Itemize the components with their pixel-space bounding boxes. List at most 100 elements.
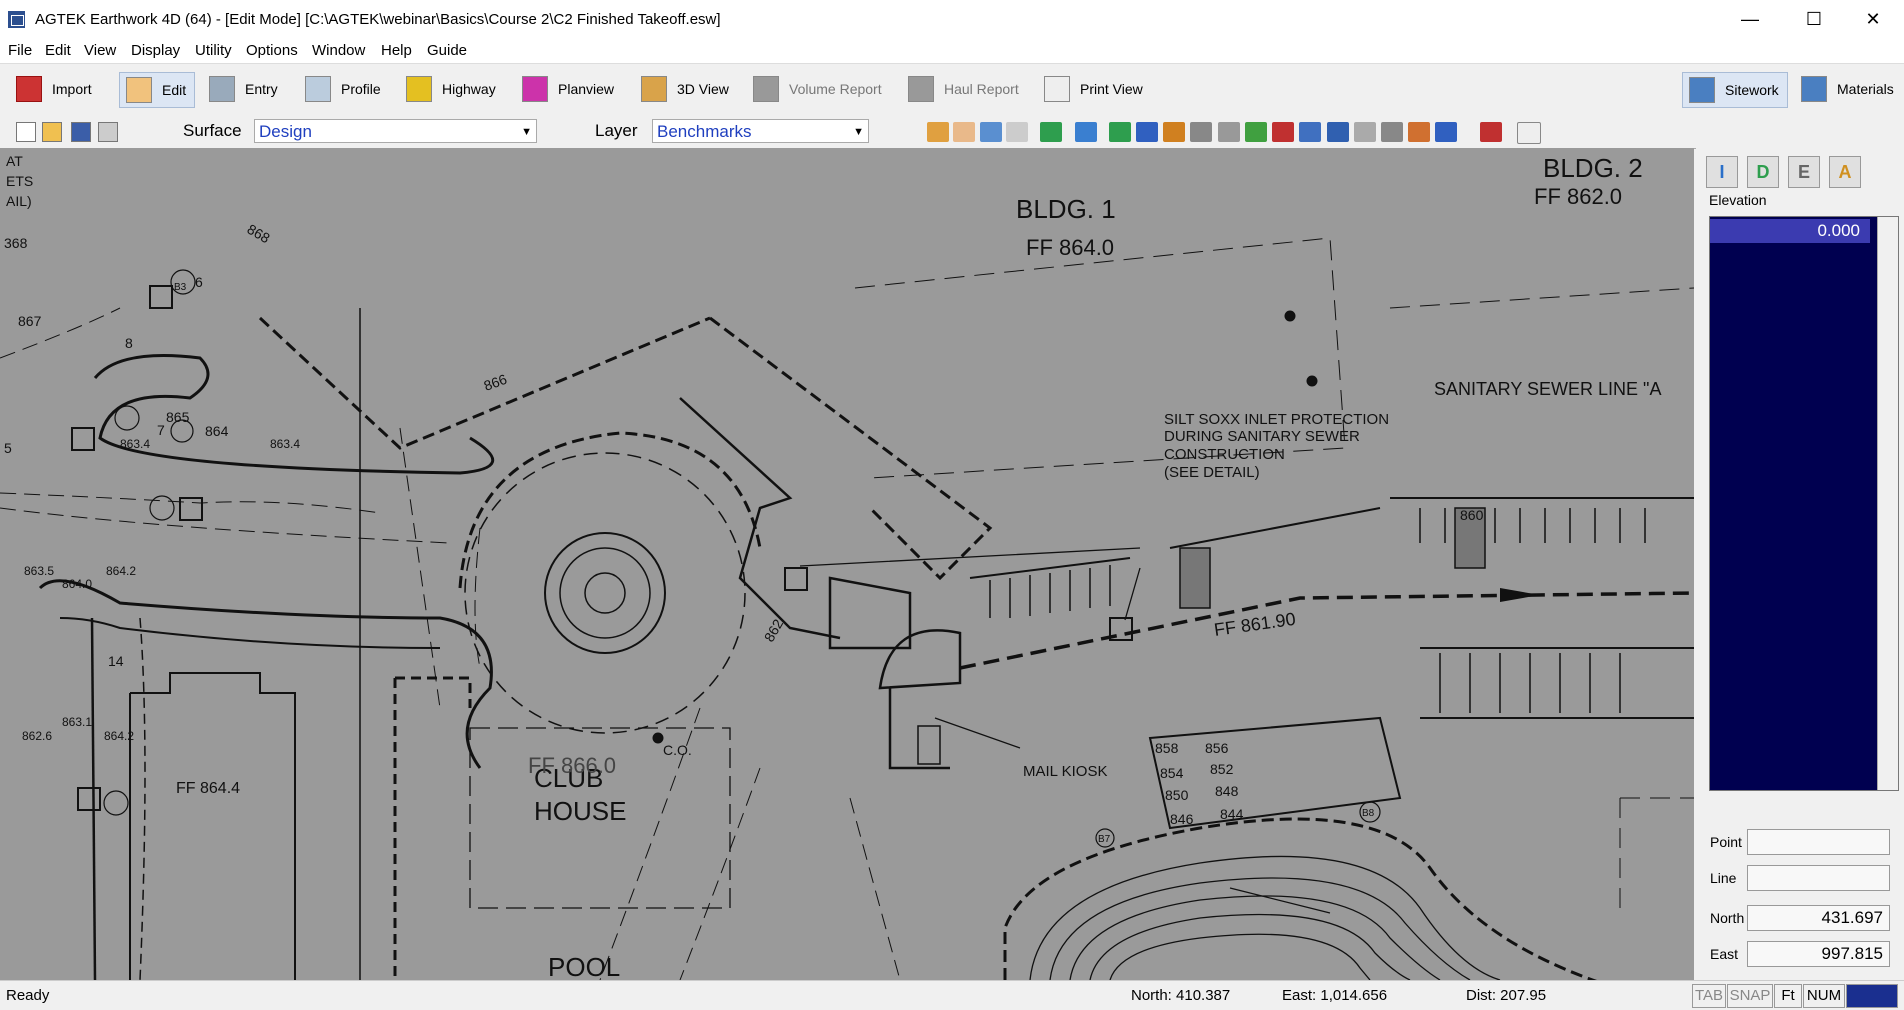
split-icon[interactable] bbox=[1136, 122, 1158, 142]
menu-options[interactable]: Options bbox=[246, 42, 298, 59]
materials-icon bbox=[1801, 76, 1827, 102]
maximize-button[interactable]: ☐ bbox=[1785, 0, 1843, 39]
units-indicator[interactable]: Ft bbox=[1774, 984, 1802, 1008]
layer-label: Layer bbox=[595, 121, 638, 140]
menu-help[interactable]: Help bbox=[381, 42, 412, 59]
edge-label-ets: ETS bbox=[6, 173, 33, 189]
swap-icon[interactable] bbox=[1272, 122, 1294, 142]
edit-button[interactable]: Edit bbox=[119, 72, 196, 108]
plan-canvas[interactable]: BLDG. 1 FF 864.0 BLDG. 2 FF 862.0 SANITA… bbox=[0, 148, 1694, 980]
layer-dropdown[interactable]: Benchmarks ▼ bbox=[652, 119, 869, 143]
elevation-scrollbar[interactable] bbox=[1877, 217, 1898, 790]
curve-icon[interactable] bbox=[1327, 122, 1349, 142]
3d-view-button[interactable]: 3D View bbox=[641, 72, 729, 106]
volume-report-icon bbox=[753, 76, 779, 102]
pan-hand-icon[interactable] bbox=[953, 122, 975, 142]
contour-856: 856 bbox=[1205, 740, 1229, 756]
join-icon[interactable] bbox=[1245, 122, 1267, 142]
import-button[interactable]: Import bbox=[16, 72, 92, 106]
silt-line1: SILT SOXX INLET PROTECTION bbox=[1164, 411, 1389, 428]
materials-button[interactable]: Materials bbox=[1801, 72, 1894, 106]
import-icon bbox=[16, 76, 42, 102]
snap-indicator[interactable]: SNAP bbox=[1727, 984, 1773, 1008]
highway-button[interactable]: Highway bbox=[406, 72, 496, 106]
menu-view[interactable]: View bbox=[84, 42, 116, 59]
status-east: East: 1,014.656 bbox=[1282, 987, 1388, 1004]
point-field[interactable] bbox=[1747, 829, 1890, 855]
line-label: Line bbox=[1710, 870, 1737, 886]
zoom-icon[interactable] bbox=[980, 122, 1002, 142]
line-tool-icon[interactable] bbox=[1109, 122, 1131, 142]
drop-icon[interactable] bbox=[1075, 122, 1097, 142]
flag-icon[interactable] bbox=[1040, 122, 1062, 142]
menu-display[interactable]: Display bbox=[131, 42, 180, 59]
tab-indicator[interactable]: TAB bbox=[1692, 984, 1726, 1008]
contour-368: 368 bbox=[4, 235, 28, 251]
benchmark-b7: B7 bbox=[1098, 834, 1111, 845]
trim-icon[interactable] bbox=[1190, 122, 1212, 142]
north-field[interactable]: 431.697 bbox=[1747, 905, 1890, 931]
delete-icon[interactable] bbox=[1480, 122, 1502, 142]
print-view-button[interactable]: Print View bbox=[1044, 72, 1143, 106]
tab-i[interactable]: I bbox=[1706, 156, 1738, 188]
elevation-value[interactable]: 0.000 bbox=[1710, 219, 1870, 243]
volume-report-button[interactable]: Volume Report bbox=[753, 72, 882, 106]
mode-toolbar: Import Edit Entry Profile Highway Planvi… bbox=[0, 64, 1904, 117]
profile-icon bbox=[305, 76, 331, 102]
spot-elev-8: 863.1 bbox=[62, 715, 92, 729]
open-folder-icon[interactable] bbox=[42, 122, 62, 142]
tab-a[interactable]: A bbox=[1829, 156, 1861, 188]
balance-icon[interactable] bbox=[1381, 122, 1403, 142]
properties-panel: I D E A Elevation 0.000 Point Line North… bbox=[1696, 148, 1904, 980]
line-field[interactable] bbox=[1747, 865, 1890, 891]
print-icon[interactable] bbox=[98, 122, 118, 142]
minimize-button[interactable]: — bbox=[1721, 0, 1779, 39]
select-icon[interactable] bbox=[1006, 122, 1028, 142]
elevation-icon[interactable] bbox=[1435, 122, 1457, 142]
elevation-list[interactable]: 0.000 bbox=[1709, 216, 1899, 791]
offset-icon[interactable] bbox=[1163, 122, 1185, 142]
silt-line3: CONSTRUCTION bbox=[1164, 446, 1285, 463]
silt-line2: DURING SANITARY SEWER bbox=[1164, 428, 1360, 445]
progress-indicator bbox=[1846, 984, 1898, 1008]
num-indicator: NUM bbox=[1803, 984, 1845, 1008]
haul-report-button[interactable]: Haul Report bbox=[908, 72, 1019, 106]
benchmark-b3: B3 bbox=[174, 282, 187, 293]
planview-button[interactable]: Planview bbox=[522, 72, 614, 106]
menu-window[interactable]: Window bbox=[312, 42, 365, 59]
spot-elev-1: 863.4 bbox=[120, 437, 150, 451]
new-file-icon[interactable] bbox=[16, 122, 36, 142]
menu-edit[interactable]: Edit bbox=[45, 42, 71, 59]
edge-label-ail: AIL) bbox=[6, 193, 32, 209]
co-label: C.O. bbox=[663, 742, 692, 758]
tab-e[interactable]: E bbox=[1788, 156, 1820, 188]
menu-utility[interactable]: Utility bbox=[195, 42, 232, 59]
menu-guide[interactable]: Guide bbox=[427, 42, 467, 59]
scissors-icon[interactable] bbox=[1299, 122, 1321, 142]
3d-view-icon bbox=[641, 76, 667, 102]
profile-button[interactable]: Profile bbox=[305, 72, 381, 106]
chevron-down-icon: ▼ bbox=[853, 126, 864, 138]
layer-toolbar: Surface Design ▼ Layer Benchmarks ▼ bbox=[0, 116, 1904, 149]
chevron-down-icon: ▼ bbox=[521, 126, 532, 138]
entry-button[interactable]: Entry bbox=[209, 72, 278, 106]
tab-d[interactable]: D bbox=[1747, 156, 1779, 188]
surface-dropdown[interactable]: Design ▼ bbox=[254, 119, 537, 143]
contour-852: 852 bbox=[1210, 761, 1234, 777]
site-plan-drawing[interactable]: BLDG. 1 FF 864.0 BLDG. 2 FF 862.0 SANITA… bbox=[0, 148, 1694, 980]
home-icon[interactable] bbox=[927, 122, 949, 142]
inlet-14: 14 bbox=[108, 653, 124, 669]
copy-icon[interactable] bbox=[1354, 122, 1376, 142]
app-icon bbox=[8, 11, 25, 28]
print-view-icon bbox=[1044, 76, 1070, 102]
menu-file[interactable]: File bbox=[8, 42, 32, 59]
close-button[interactable]: ✕ bbox=[1844, 0, 1902, 39]
grid-icon[interactable] bbox=[1218, 122, 1240, 142]
notes-icon[interactable] bbox=[1517, 122, 1541, 144]
save-icon[interactable] bbox=[71, 122, 91, 142]
sitework-button[interactable]: Sitework bbox=[1682, 72, 1788, 108]
east-field[interactable]: 997.815 bbox=[1747, 941, 1890, 967]
clubhouse-ff: FF 866.0 bbox=[528, 753, 616, 778]
slope-icon[interactable] bbox=[1408, 122, 1430, 142]
edge-label-5: 5 bbox=[4, 440, 12, 456]
